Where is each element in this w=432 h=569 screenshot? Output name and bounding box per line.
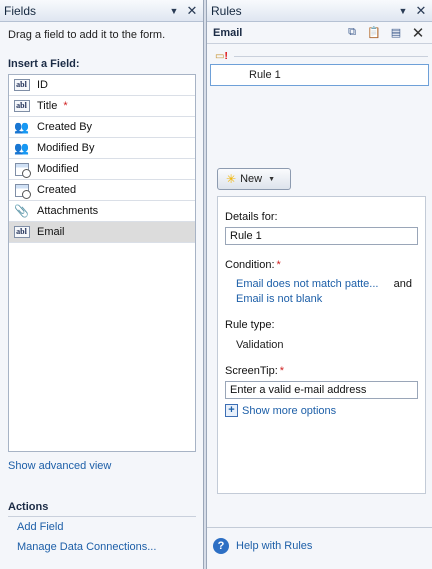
text-field-icon: abl: [13, 99, 30, 113]
new-star-icon: ✳: [226, 172, 237, 186]
field-item-attachments[interactable]: 📎 Attachments: [9, 201, 195, 222]
validation-flag-icon: ▭!: [215, 50, 228, 62]
condition-and-text: and: [393, 278, 412, 290]
manage-data-connections-link[interactable]: Manage Data Connections...: [17, 541, 156, 553]
plus-icon: +: [225, 404, 238, 417]
text-field-icon: abl: [13, 225, 30, 239]
screentip-input[interactable]: [225, 381, 418, 399]
people-icon: 👥: [14, 141, 29, 155]
actions-title: Actions: [8, 501, 196, 517]
new-button-label: New: [240, 173, 263, 185]
field-label: Title: [37, 100, 58, 112]
rules-pane-title: Rules: [211, 3, 242, 18]
required-marker: *: [279, 365, 285, 377]
paste-rule-icon[interactable]: 📋: [366, 26, 382, 40]
show-advanced-view-link[interactable]: Show advanced view: [8, 460, 111, 472]
fields-pane-close-icon[interactable]: ✕: [185, 3, 199, 18]
field-label: Created By: [37, 121, 93, 133]
manage-rules-icon[interactable]: ▤: [388, 26, 404, 40]
text-field-icon: abl: [13, 78, 30, 92]
show-more-options-link[interactable]: Show more options: [242, 405, 336, 417]
field-item-created-by[interactable]: 👥 Created By: [9, 117, 195, 138]
rule-type-value: Validation: [236, 339, 284, 351]
field-item-modified-by[interactable]: 👥 Modified By: [9, 138, 195, 159]
field-item-created[interactable]: Created: [9, 180, 195, 201]
copy-rule-icon[interactable]: ⧉: [344, 26, 360, 40]
rule-flag-row: ▭!: [207, 48, 432, 64]
new-rule-button[interactable]: ✳ New ▼: [217, 168, 291, 190]
field-item-modified[interactable]: Modified: [9, 159, 195, 180]
field-item-email[interactable]: abl Email: [9, 222, 195, 243]
field-label: Modified: [37, 163, 79, 175]
paperclip-icon: 📎: [14, 204, 29, 218]
fields-pane-title: Fields: [4, 3, 37, 18]
show-more-options[interactable]: + Show more options: [225, 404, 418, 417]
screentip-label: ScreenTip: *: [225, 365, 285, 377]
condition-row-2: Email is not blank: [225, 293, 418, 305]
rules-toolbar: Email ⧉ 📋 ▤ ✕: [207, 22, 432, 44]
rule-name: Rule 1: [249, 69, 281, 81]
field-label: Email: [37, 226, 65, 238]
pane-options-chevron-icon[interactable]: ▼: [167, 4, 181, 18]
required-marker: *: [63, 100, 68, 112]
control-name: Email: [213, 26, 243, 39]
field-list: abl ID abl Title * 👥 Created By 👥 Modifi…: [8, 74, 196, 452]
fields-pane: Fields ▼ ✕ Drag a field to add it to the…: [0, 0, 204, 569]
field-label: Modified By: [37, 142, 95, 154]
help-area: ? Help with Rules: [207, 527, 432, 554]
delete-rule-icon[interactable]: ✕: [410, 25, 426, 42]
details-for-label: Details for:: [225, 211, 278, 223]
condition-link-pattern[interactable]: Email does not match patte...: [236, 278, 394, 290]
rule-list-item[interactable]: Rule 1: [210, 64, 429, 86]
field-item-id[interactable]: abl ID: [9, 75, 195, 96]
help-icon[interactable]: ?: [213, 538, 229, 554]
rule-details-panel: Details for: Condition:* Email does not …: [217, 196, 426, 494]
field-label: ID: [37, 79, 48, 91]
rule-type-label: Rule type:: [225, 319, 275, 331]
chevron-down-icon: ▼: [268, 175, 276, 183]
date-time-icon: [13, 183, 31, 199]
condition-link-not-blank[interactable]: Email is not blank: [236, 293, 322, 305]
rule-name-input[interactable]: [225, 227, 418, 245]
add-field-link[interactable]: Add Field: [17, 521, 63, 533]
rules-pane-close-icon[interactable]: ✕: [414, 3, 428, 18]
pane-options-chevron-icon[interactable]: ▼: [396, 4, 410, 18]
divider: [233, 55, 428, 57]
rules-pane-header: Rules ▼ ✕: [207, 0, 432, 22]
required-marker: *: [276, 259, 281, 271]
fields-pane-header: Fields ▼ ✕: [0, 0, 203, 22]
condition-row: Email does not match patte... and: [225, 278, 418, 290]
rules-pane: Rules ▼ ✕ Email ⧉ 📋 ▤ ✕ ▭! Rule 1 ✳ New …: [206, 0, 432, 569]
date-time-icon: [13, 162, 31, 178]
fields-hint: Drag a field to add it to the form.: [8, 29, 166, 41]
insert-field-label: Insert a Field:: [8, 58, 80, 70]
people-icon: 👥: [14, 120, 29, 134]
help-with-rules-link[interactable]: Help with Rules: [236, 540, 312, 552]
condition-label: Condition: *: [225, 259, 281, 271]
field-label: Attachments: [37, 205, 99, 217]
field-label: Created: [37, 184, 77, 196]
field-item-title[interactable]: abl Title *: [9, 96, 195, 117]
